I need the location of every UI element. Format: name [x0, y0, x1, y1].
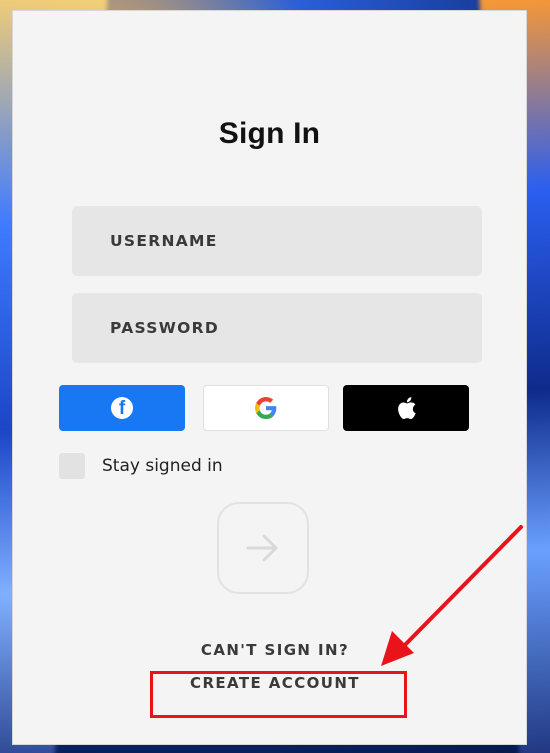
sign-in-card: Sign In [12, 10, 527, 745]
google-icon [255, 397, 277, 419]
page-title: Sign In [218, 117, 321, 150]
password-field[interactable] [72, 293, 482, 363]
apple-icon [398, 397, 416, 420]
sign-in-submit-button[interactable] [217, 502, 309, 594]
arrow-right-icon [246, 534, 278, 562]
stay-signed-in-checkbox[interactable] [59, 453, 85, 479]
username-field[interactable] [72, 206, 482, 276]
google-login-button[interactable] [203, 385, 329, 431]
create-account-link[interactable]: CREATE ACCOUNT [0, 674, 550, 692]
apple-login-button[interactable] [343, 385, 469, 431]
password-input[interactable] [108, 318, 482, 338]
username-input[interactable] [108, 231, 482, 251]
cant-sign-in-link[interactable]: CAN'T SIGN IN? [0, 641, 550, 659]
stay-signed-in-label: Stay signed in [102, 456, 223, 476]
facebook-icon: f [111, 397, 133, 419]
stay-signed-in-row[interactable]: Stay signed in [59, 453, 223, 479]
facebook-login-button[interactable]: f [59, 385, 185, 431]
